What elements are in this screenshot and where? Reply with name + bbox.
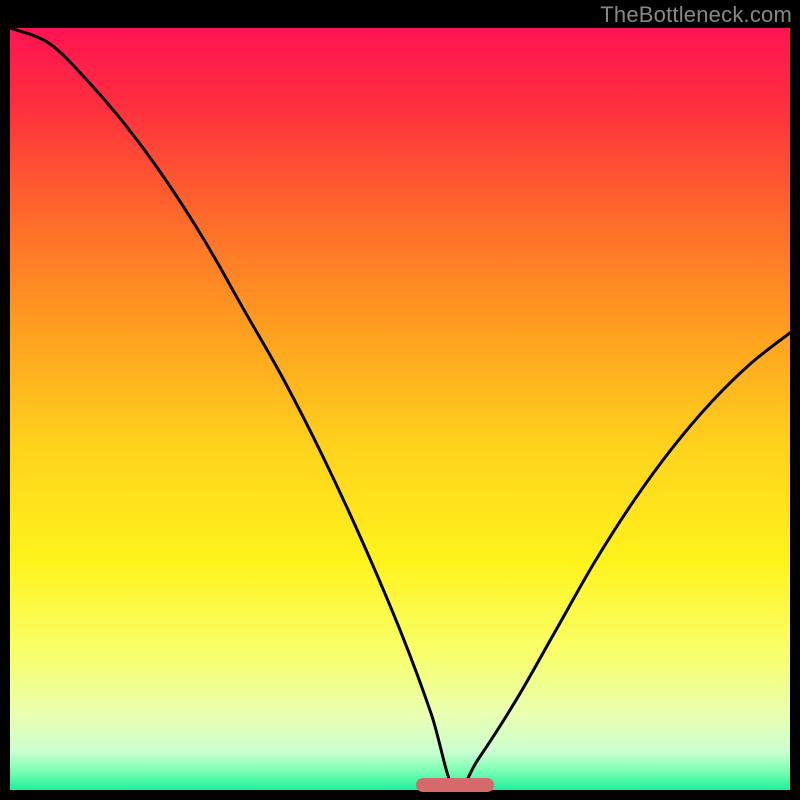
gradient-rect — [10, 28, 790, 790]
watermark-text: TheBottleneck.com — [600, 2, 792, 28]
heat-gradient-background — [10, 28, 790, 790]
plot-area — [10, 28, 790, 790]
optimal-range-marker — [416, 778, 494, 792]
chart-frame: TheBottleneck.com — [0, 0, 800, 800]
